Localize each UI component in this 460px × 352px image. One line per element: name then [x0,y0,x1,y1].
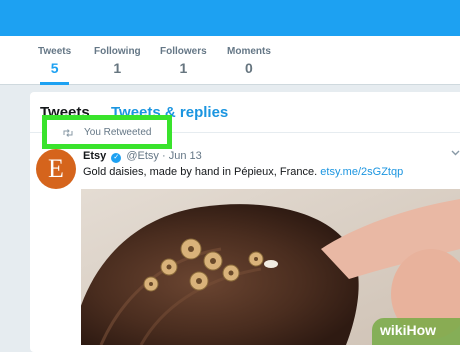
stat-following-label: Following [94,46,141,57]
tweet-header: Etsy ✓ @Etsy · Jun 13 [83,150,202,163]
retweet-icon [63,129,73,137]
stat-moments-label: Moments [227,46,271,57]
avatar[interactable]: E [36,149,76,189]
profile-stats-bar: Tweets 5 Following 1 Followers 1 Moments… [0,36,460,85]
retweet-context-highlight: You Retweeted [42,115,172,149]
stat-moments-value: 0 [245,60,253,76]
stat-tweets-value: 5 [50,60,59,76]
tweet-body: Gold daisies, made by hand in Pépieux, F… [83,166,318,178]
stat-tweets-label: Tweets [38,46,72,57]
tweet-author-handle[interactable]: @Etsy [126,150,159,162]
stat-following[interactable]: Following 1 [94,46,141,76]
tweet-menu-caret-icon[interactable] [451,148,460,157]
watermark-text: wikiHow [380,322,437,338]
retweet-context-text: You Retweeted [84,127,152,138]
tweet-text: Gold daisies, made by hand in Pépieux, F… [83,166,403,178]
stat-followers-value: 1 [179,60,188,76]
stat-moments[interactable]: Moments 0 [227,46,271,76]
tweet-author-name[interactable]: Etsy [83,150,106,162]
stat-following-value: 1 [113,60,122,76]
verified-badge-icon: ✓ [111,153,122,163]
stat-followers-label: Followers [160,46,207,57]
tweet-link[interactable]: etsy.me/2sGZtqp [320,166,403,178]
stat-followers[interactable]: Followers 1 [160,46,207,76]
tweet-date[interactable]: Jun 13 [169,150,202,162]
stat-tweets[interactable]: Tweets 5 [38,46,72,85]
tweet-separator: · [162,150,166,162]
top-navigation-bar [0,0,460,36]
